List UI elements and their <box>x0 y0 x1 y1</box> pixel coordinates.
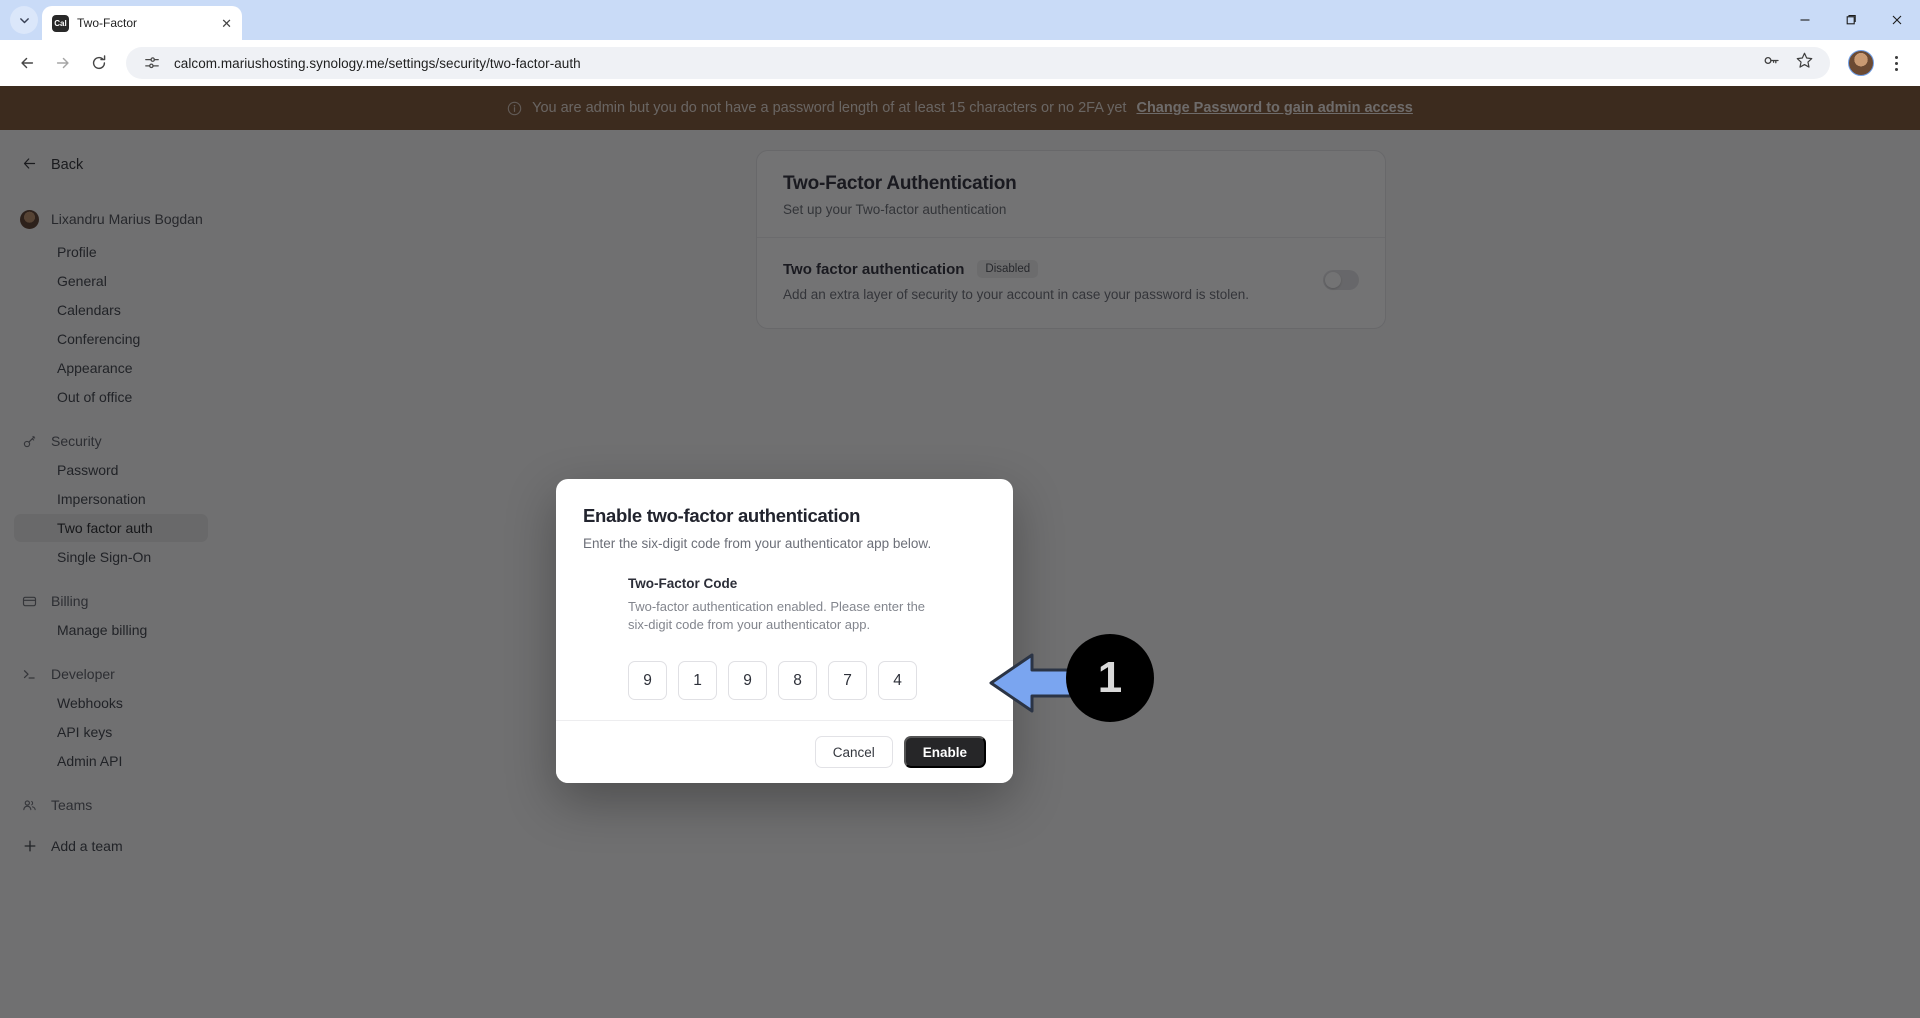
browser-profile-avatar[interactable] <box>1848 50 1874 76</box>
annotation-step-badge: 1 <box>1066 634 1154 722</box>
browser-tab[interactable]: Cal Two-Factor ✕ <box>42 6 242 40</box>
browser-window: Cal Two-Factor ✕ calcom.mariushosting.sy… <box>0 0 1920 1018</box>
enable-two-factor-modal: Enable two-factor authentication Enter t… <box>556 479 1013 784</box>
page-content: You are admin but you do not have a pass… <box>0 86 1920 1018</box>
otp-digit-3[interactable]: 9 <box>728 661 767 701</box>
enable-button[interactable]: Enable <box>903 736 986 769</box>
window-minimize-icon[interactable] <box>1782 0 1828 40</box>
bookmark-star-icon[interactable] <box>1795 51 1814 75</box>
tab-favicon-icon: Cal <box>52 14 69 32</box>
back-arrow-icon[interactable] <box>10 46 44 80</box>
two-factor-code-label: Two-Factor Code <box>628 576 738 591</box>
otp-input-group: 9 1 9 8 7 4 <box>628 661 986 701</box>
page-settings-icon[interactable] <box>140 51 164 75</box>
forward-arrow-icon[interactable] <box>46 46 80 80</box>
modal-subtitle: Enter the six-digit code from your authe… <box>583 536 932 551</box>
otp-digit-6[interactable]: 4 <box>878 661 917 701</box>
window-controls <box>1782 0 1920 40</box>
reload-icon[interactable] <box>82 46 116 80</box>
otp-digit-5[interactable]: 7 <box>828 661 867 701</box>
modal-title: Enable two-factor authentication <box>583 505 861 526</box>
modal-body: Enable two-factor authentication Enter t… <box>556 479 1013 720</box>
two-factor-code-field: Two-Factor Code Two-factor authenticatio… <box>583 576 986 701</box>
tab-title: Two-Factor <box>77 16 138 30</box>
two-factor-code-help: Two-factor authentication enabled. Pleas… <box>628 599 926 632</box>
browser-menu-kebab-icon[interactable] <box>1882 46 1910 80</box>
browser-toolbar: calcom.mariushosting.synology.me/setting… <box>0 40 1920 86</box>
password-key-icon[interactable] <box>1762 51 1781 75</box>
browser-tab-strip: Cal Two-Factor ✕ <box>0 0 1920 40</box>
window-maximize-icon[interactable] <box>1828 0 1874 40</box>
address-bar-url: calcom.mariushosting.synology.me/setting… <box>174 55 581 71</box>
otp-digit-4[interactable]: 8 <box>778 661 817 701</box>
address-bar[interactable]: calcom.mariushosting.synology.me/setting… <box>126 47 1830 79</box>
tab-search-chevron-down-icon[interactable] <box>10 6 38 34</box>
cancel-button[interactable]: Cancel <box>814 736 893 769</box>
window-close-icon[interactable] <box>1874 0 1920 40</box>
otp-digit-2[interactable]: 1 <box>678 661 717 701</box>
otp-digit-1[interactable]: 9 <box>628 661 667 701</box>
modal-footer: Cancel Enable <box>556 720 1013 784</box>
tab-close-icon[interactable]: ✕ <box>221 17 232 30</box>
